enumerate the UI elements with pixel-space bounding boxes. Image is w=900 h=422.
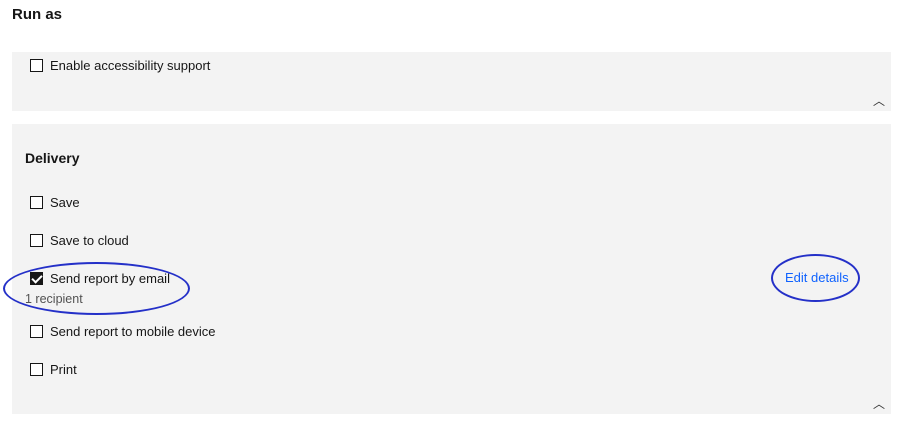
checkbox-box[interactable]: [30, 363, 43, 376]
checkbox-label: Print: [50, 362, 77, 377]
chevron-up-icon[interactable]: ︿: [873, 395, 885, 412]
checkbox-box[interactable]: [30, 325, 43, 338]
checkbox-box[interactable]: [30, 272, 43, 285]
checkbox-send-report-by-email[interactable]: Send report by email: [30, 271, 170, 286]
delivery-panel: [12, 124, 891, 414]
edit-details-link[interactable]: Edit details: [785, 270, 849, 285]
delivery-section-title: Delivery: [25, 150, 80, 166]
checkbox-label: Send report by email: [50, 271, 170, 286]
checkbox-box[interactable]: [30, 196, 43, 209]
checkbox-box[interactable]: [30, 234, 43, 247]
checkbox-label: Save to cloud: [50, 233, 129, 248]
checkbox-save-to-cloud[interactable]: Save to cloud: [30, 233, 129, 248]
checkbox-save[interactable]: Save: [30, 195, 80, 210]
checkbox-label: Save: [50, 195, 80, 210]
checkbox-label: Enable accessibility support: [50, 58, 211, 73]
page-title: Run as: [12, 6, 63, 23]
checkbox-print[interactable]: Print: [30, 362, 77, 377]
checkbox-send-report-to-mobile[interactable]: Send report to mobile device: [30, 324, 215, 339]
checkbox-box[interactable]: [30, 59, 43, 72]
recipient-count: 1 recipient: [25, 292, 83, 306]
checkbox-label: Send report to mobile device: [50, 324, 216, 339]
checkbox-enable-accessibility[interactable]: Enable accessibility support: [30, 58, 210, 73]
chevron-up-icon[interactable]: ︿: [873, 92, 885, 109]
